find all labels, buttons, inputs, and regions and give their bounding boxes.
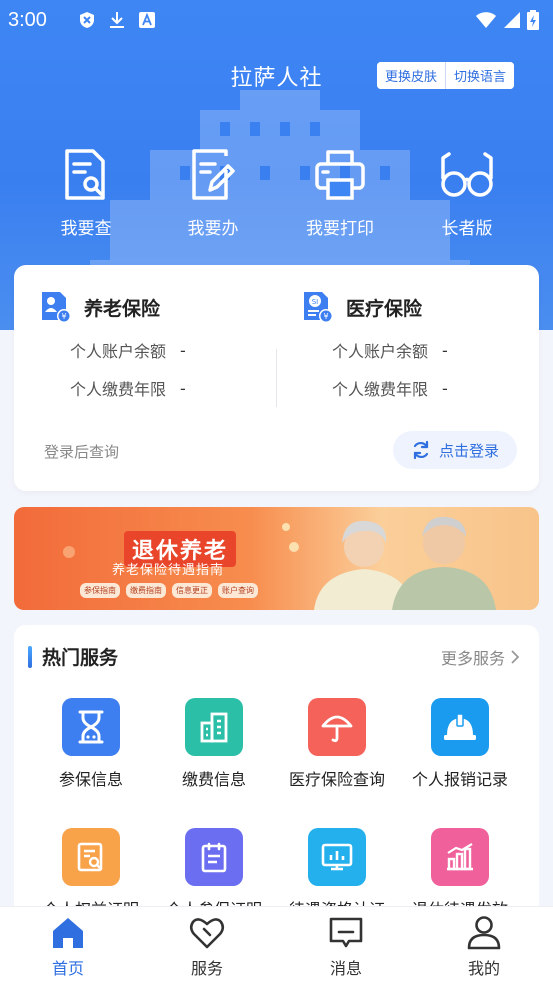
hot-services: 热门服务 更多服务 参保信息 缴费信息 医疗保险查询 个人报销记录 [14, 625, 539, 925]
service-icon-tile [308, 698, 366, 756]
shield-icon [79, 12, 94, 28]
pension-document-icon: ¥ [42, 292, 71, 323]
retirement-banner[interactable]: 退休养老 养老保险待遇指南 参保指南 缴费指南 信息更正 账户查询 [14, 507, 539, 610]
service-icon-tile [431, 828, 489, 886]
insurance-card: ¥ 养老保险 个人账户余额 - 个人缴费年限 - SI ¥ 医疗保险 个人账户余… [14, 265, 539, 491]
pension-title: 养老保险 [84, 297, 161, 320]
glasses-icon [441, 152, 493, 197]
service-icon-tile [62, 698, 120, 756]
medical-balance-value: - [442, 340, 448, 360]
download-icon [109, 12, 124, 28]
message-icon [329, 917, 363, 948]
medical-insurance[interactable]: SI ¥ 医疗保险 个人账户余额 - 个人缴费年限 - [302, 290, 542, 400]
service-icon-tile [62, 828, 120, 886]
svg-text:¥: ¥ [323, 312, 328, 321]
helmet-icon [444, 713, 476, 740]
pension-balance-label: 个人账户余额 [70, 342, 167, 361]
status-bar: 3:00 [0, 0, 553, 40]
service-medical-query[interactable]: 医疗保险查询 [277, 698, 397, 790]
tab-label: 消息 [329, 959, 362, 978]
more-services-link[interactable]: 更多服务 [441, 645, 519, 669]
login-hint: 登录后查询 [44, 443, 120, 461]
banner-tags: 参保指南 缴费指南 信息更正 账户查询 [80, 583, 258, 598]
quick-elder-mode-label: 长者版 [441, 219, 493, 239]
user-icon [467, 916, 501, 950]
quick-elder-mode[interactable]: 长者版 [407, 148, 527, 239]
tab-label: 我的 [467, 959, 500, 978]
battery-icon [527, 10, 539, 30]
service-enrollment-info[interactable]: 参保信息 [31, 698, 151, 790]
quick-query-label: 我要查 [60, 219, 112, 239]
service-label: 缴费信息 [181, 770, 246, 789]
banner-tag: 账户查询 [218, 583, 258, 598]
banner-tag: 缴费指南 [126, 583, 166, 598]
status-time: 3:00 [8, 8, 47, 31]
banner-tag: 参保指南 [80, 583, 120, 598]
service-label: 医疗保险查询 [288, 770, 385, 789]
banner-tag: 信息更正 [172, 583, 212, 598]
service-reimbursement-records[interactable]: 个人报销记录 [400, 698, 520, 790]
service-label: 个人报销记录 [411, 770, 508, 789]
printer-icon [315, 150, 365, 200]
service-icon-tile [308, 828, 366, 886]
home-icon [53, 918, 83, 948]
medical-years-label: 个人缴费年限 [332, 380, 429, 399]
divider [276, 349, 277, 407]
service-icon-tile [185, 828, 243, 886]
tab-messages[interactable]: 消息 [296, 915, 396, 979]
quick-handle-label: 我要办 [187, 219, 239, 239]
tab-label: 首页 [51, 959, 84, 978]
change-skin-button[interactable]: 更换皮肤 [377, 62, 446, 89]
more-services-label: 更多服务 [440, 649, 505, 668]
tab-services[interactable]: 服务 [157, 915, 257, 979]
quick-print-label: 我要打印 [306, 219, 374, 239]
login-button-label: 点击登录 [438, 441, 499, 460]
medical-balance-label: 个人账户余额 [332, 342, 429, 361]
section-accent-bar [28, 645, 32, 668]
document-edit-icon [192, 149, 235, 200]
building-icon [200, 712, 228, 743]
clipboard-icon [201, 842, 227, 873]
service-label: 参保信息 [58, 770, 123, 789]
svg-text:SI: SI [312, 298, 319, 306]
bottom-tab-bar: 首页 服务 消息 我的 [0, 906, 553, 984]
document-search-icon [65, 149, 105, 200]
banner-subtitle: 养老保险待遇指南 [112, 563, 225, 578]
quick-print[interactable]: 我要打印 [280, 148, 400, 239]
header-actions: 更换皮肤 切换语言 [377, 62, 515, 89]
monitor-chart-icon [321, 843, 353, 871]
service-payment-info[interactable]: 缴费信息 [154, 698, 274, 790]
pension-years-value: - [180, 378, 186, 398]
hourglass-icon [78, 710, 104, 744]
medical-document-icon: SI ¥ [304, 292, 333, 323]
wifi-icon [476, 12, 496, 28]
login-button[interactable]: 点击登录 [393, 431, 517, 469]
medical-title: 医疗保险 [346, 297, 423, 320]
font-icon [138, 12, 155, 28]
heart-icon [189, 918, 225, 949]
tab-home[interactable]: 首页 [18, 915, 118, 979]
document-search-icon [77, 842, 103, 872]
service-icon-tile [185, 698, 243, 756]
umbrella-icon [321, 715, 353, 743]
quick-query[interactable]: 我要查 [26, 148, 146, 239]
quick-handle[interactable]: 我要办 [153, 148, 273, 239]
refresh-icon [413, 440, 429, 460]
service-icon-tile [431, 698, 489, 756]
pension-balance-value: - [180, 340, 186, 360]
chevron-right-icon [511, 650, 519, 664]
tab-label: 服务 [190, 959, 223, 978]
medical-years-value: - [442, 378, 448, 398]
signal-icon [504, 12, 520, 28]
pension-years-label: 个人缴费年限 [70, 380, 167, 399]
tab-profile[interactable]: 我的 [434, 915, 534, 979]
switch-language-button[interactable]: 切换语言 [445, 62, 515, 89]
svg-text:¥: ¥ [61, 312, 66, 321]
bar-chart-icon [447, 843, 473, 871]
services-title: 热门服务 [42, 647, 119, 669]
pension-insurance[interactable]: ¥ 养老保险 个人账户余额 - 个人缴费年限 - [40, 290, 280, 400]
